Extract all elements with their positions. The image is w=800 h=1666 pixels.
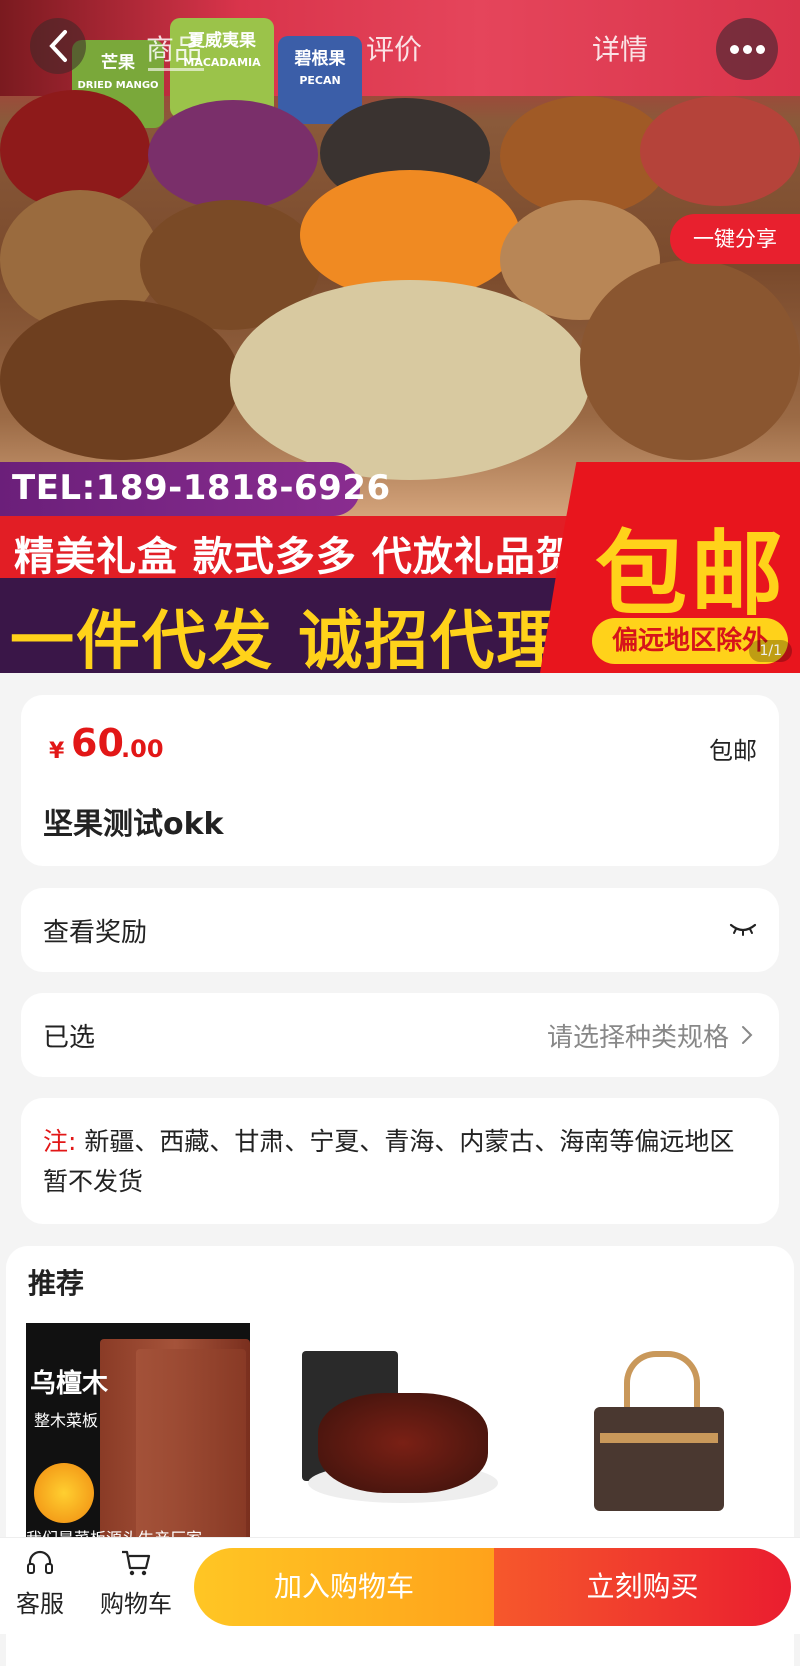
recommend-item[interactable] <box>550 1323 774 1547</box>
recommend-item-title: 乌檀木 <box>30 1369 109 1399</box>
shipping-note-card: 注: 新疆、西藏、甘肃、宁夏、青海、内蒙古、海南等偏远地区暂不发货 <box>21 1098 779 1224</box>
cart-icon <box>122 1550 151 1576</box>
beef-jerky-image <box>318 1393 488 1493</box>
recommend-item[interactable]: 乌檀木 整木菜板 我们是菜板源头生产厂家 <box>26 1323 250 1547</box>
promo-line-2-text: 一件代发 诚招代理 <box>10 605 563 673</box>
dried-fruit-pile <box>640 96 800 206</box>
pistachio-pile <box>230 280 590 480</box>
product-title: 坚果测试okk <box>43 807 224 842</box>
recommend-item[interactable] <box>288 1323 512 1547</box>
tel-text: TEL:189-1818-6926 <box>12 468 391 508</box>
headset-icon <box>27 1550 53 1574</box>
more-button[interactable] <box>716 18 778 80</box>
promo-line-1: 精美礼盒 款式多多 代放礼品贺卡 <box>0 516 617 580</box>
image-index-badge: 1/1 <box>749 640 792 662</box>
more-dots-icon <box>729 44 765 54</box>
bottom-action-bar: 客服 购物车 加入购物车 立刻购买 <box>0 1537 800 1634</box>
shipping-note: 注: 新疆、西藏、甘肃、宁夏、青海、内蒙古、海南等偏远地区暂不发货 <box>43 1122 743 1202</box>
tab-goods[interactable]: 商品 <box>146 28 202 68</box>
price-integer: 60 <box>71 721 124 765</box>
currency-symbol: ¥ <box>49 739 65 764</box>
back-button[interactable] <box>30 18 86 74</box>
chevron-right-icon <box>742 1026 753 1044</box>
promo-line-1-text: 精美礼盒 款式多多 代放礼品贺卡 <box>14 534 618 580</box>
tel-band: TEL:189-1818-6926 <box>0 462 390 516</box>
chevron-left-icon <box>49 30 67 62</box>
macadamia-pile <box>0 300 240 460</box>
handbag-strap-image <box>600 1433 718 1443</box>
free-shipping-text: 包邮 <box>595 521 788 628</box>
tab-active-indicator <box>148 68 204 71</box>
cart-label: 购物车 <box>100 1590 172 1618</box>
buy-now-button[interactable]: 立刻购买 <box>494 1548 791 1626</box>
handbag-image <box>594 1407 724 1511</box>
spec-selector-row[interactable]: 已选 请选择种类规格 <box>21 993 779 1077</box>
cart-button[interactable]: 购物车 <box>96 1548 176 1628</box>
price-card: ¥ 60 .00 包邮 坚果测试okk <box>21 695 779 866</box>
cutting-board-image-2 <box>136 1349 246 1547</box>
pecan-pile <box>580 260 800 460</box>
note-body: 新疆、西藏、甘肃、宁夏、青海、内蒙古、海南等偏远地区暂不发货 <box>43 1127 735 1196</box>
product-image-banner[interactable]: 芒果 DRIED MANGO 夏威夷果 MACADAMIA 碧根果 PECAN … <box>0 0 800 673</box>
recommend-item-subtitle: 整木菜板 <box>34 1411 99 1430</box>
share-button[interactable]: 一键分享 <box>670 214 800 264</box>
purple-nuts-pile <box>148 100 318 210</box>
customer-service-label: 客服 <box>16 1590 64 1618</box>
tab-reviews[interactable]: 评价 <box>366 28 422 68</box>
recommend-title: 推荐 <box>28 1267 85 1300</box>
shipping-label: 包邮 <box>709 737 757 765</box>
add-to-cart-button[interactable]: 加入购物车 <box>194 1548 494 1626</box>
tab-details[interactable]: 详情 <box>592 28 648 68</box>
eye-closed-icon <box>729 923 757 936</box>
customer-service-button[interactable]: 客服 <box>0 1548 80 1628</box>
top-tab-bar: 商品 评价 详情 <box>0 0 800 96</box>
view-reward-label: 查看奖励 <box>43 918 148 948</box>
promo-line-2: 一件代发 诚招代理 <box>0 578 570 673</box>
note-prefix: 注: <box>43 1127 77 1156</box>
selected-label: 已选 <box>43 1023 96 1053</box>
view-reward-row[interactable]: 查看奖励 <box>21 888 779 972</box>
price-decimal: .00 <box>121 735 164 763</box>
fruit-image <box>34 1463 94 1523</box>
spec-placeholder: 请选择种类规格 <box>546 1023 729 1053</box>
